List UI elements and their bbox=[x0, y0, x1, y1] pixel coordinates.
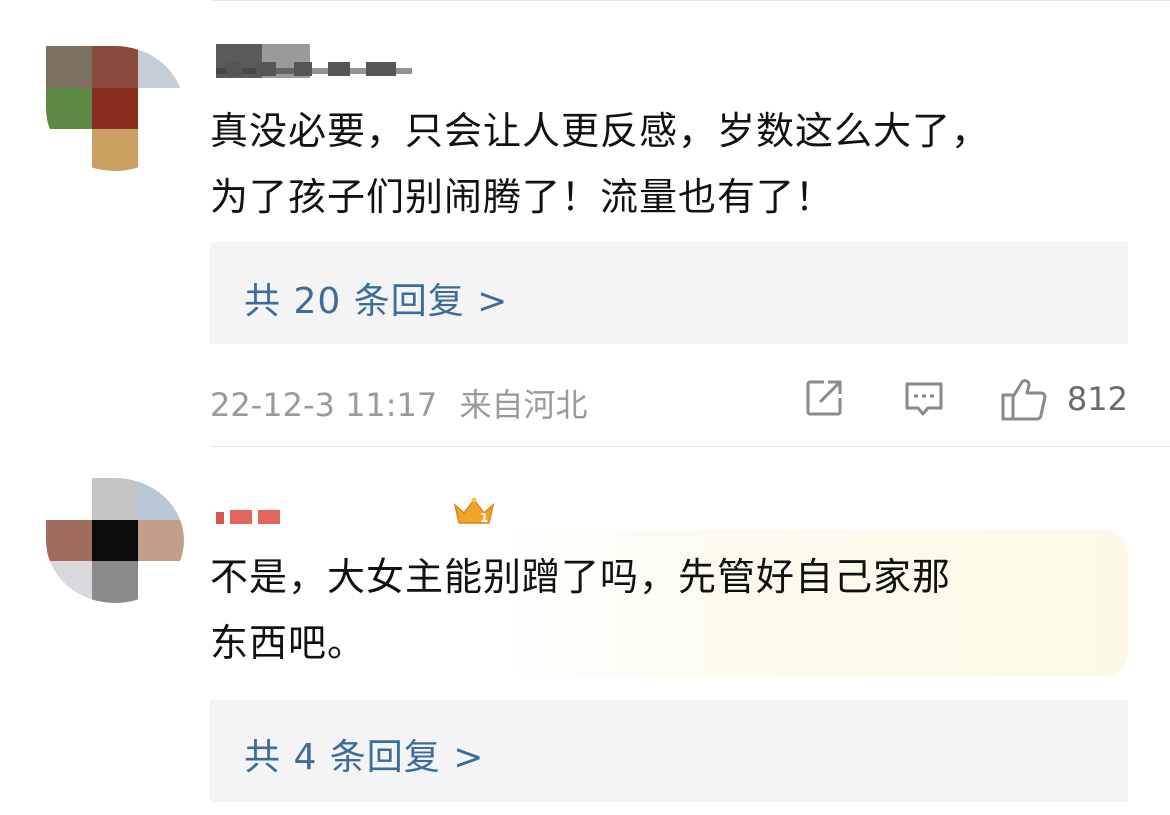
comment-line: 真没必要，只会让人更反感，岁数这么大了， bbox=[210, 109, 991, 153]
avatar-pixel bbox=[46, 478, 92, 520]
username-fragment bbox=[216, 62, 412, 76]
like-count: 812 bbox=[1066, 380, 1128, 418]
reply-count-link[interactable]: 共 20 条回复 > bbox=[244, 272, 508, 324]
share-icon[interactable] bbox=[802, 376, 846, 420]
like-icon[interactable] bbox=[1000, 376, 1048, 422]
comment-location: 来自河北 bbox=[459, 386, 588, 424]
comment-line: 为了孩子们别闹腾了！流量也有了！ bbox=[210, 175, 835, 219]
avatar-pixel bbox=[46, 87, 92, 130]
comment-date: 22-12-3 11:17 bbox=[210, 386, 438, 424]
comment-meta: 22-12-3 11:17 来自河北 812 bbox=[210, 374, 1128, 424]
username-fragment bbox=[216, 510, 280, 524]
avatar-pixel bbox=[138, 87, 184, 130]
comment-divider bbox=[210, 446, 1170, 447]
username-redacted[interactable] bbox=[216, 500, 286, 534]
avatar-pixel bbox=[138, 561, 184, 603]
avatar-pixel bbox=[92, 561, 138, 603]
avatar-pixel bbox=[138, 478, 184, 520]
avatar-pixel bbox=[92, 478, 138, 520]
avatar-pixel bbox=[92, 46, 138, 88]
avatar-pixel bbox=[46, 561, 92, 603]
avatar-pixel bbox=[92, 87, 138, 130]
avatar-pixel bbox=[92, 129, 138, 171]
comment-line: 不是，大女主能别蹭了吗，先管好自己家那 bbox=[210, 555, 952, 599]
svg-text:1: 1 bbox=[480, 511, 488, 525]
avatar-pixel bbox=[46, 519, 92, 562]
avatar[interactable] bbox=[46, 478, 184, 603]
reply-count-link[interactable]: 共 4 条回复 > bbox=[244, 728, 484, 780]
avatar-pixel bbox=[92, 519, 138, 562]
avatar-pixel bbox=[138, 519, 184, 562]
avatar[interactable] bbox=[46, 46, 184, 171]
comment-body: 真没必要，只会让人更反感，岁数这么大了， 为了孩子们别闹腾了！流量也有了！ bbox=[210, 98, 1140, 230]
username-redacted[interactable] bbox=[216, 44, 416, 78]
reply-box[interactable]: 共 4 条回复 > bbox=[210, 700, 1128, 802]
comment-timestamp: 22-12-3 11:17 来自河北 bbox=[210, 380, 587, 426]
comment-line: 东西吧。 bbox=[210, 621, 367, 665]
reply-box[interactable]: 共 20 条回复 > bbox=[210, 242, 1128, 344]
avatar-pixel bbox=[138, 46, 184, 88]
crown-badge-icon: 1 bbox=[453, 497, 495, 525]
avatar-pixel bbox=[138, 129, 184, 171]
comment-body: 不是，大女主能别蹭了吗，先管好自己家那 东西吧。 bbox=[210, 544, 1140, 676]
avatar-pixel bbox=[46, 129, 92, 171]
top-divider bbox=[210, 0, 1170, 1]
comment-icon[interactable] bbox=[902, 376, 946, 420]
avatar-pixel bbox=[46, 46, 92, 88]
